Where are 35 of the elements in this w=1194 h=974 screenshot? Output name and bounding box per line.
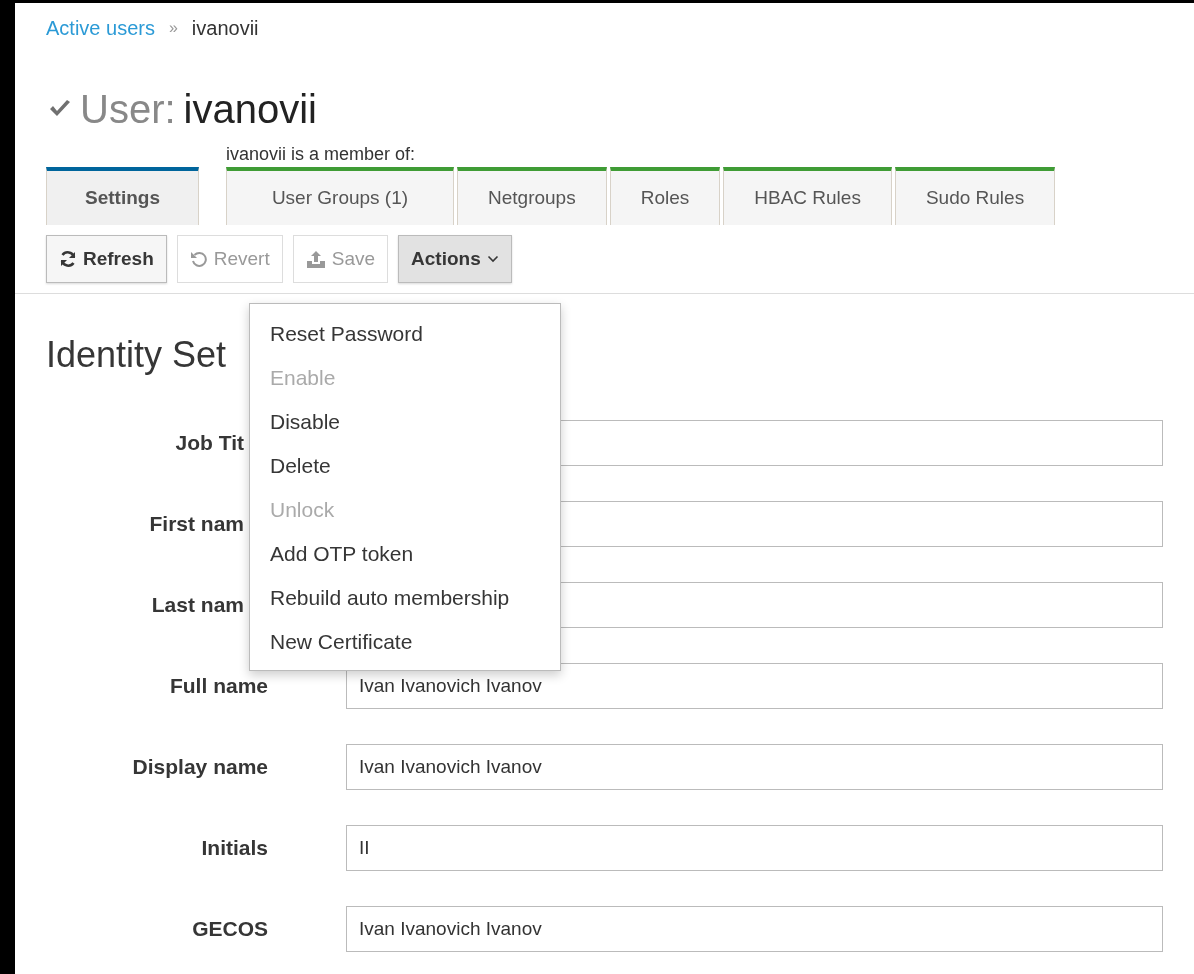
menu-item[interactable]: Disable (250, 400, 560, 444)
field-label: Last nam (151, 593, 244, 617)
menu-item[interactable]: Add OTP token (250, 532, 560, 576)
menu-item[interactable]: Rebuild auto membership (250, 576, 560, 620)
menu-item[interactable]: Reset Password (250, 312, 560, 356)
field-label: Display name (132, 755, 268, 779)
refresh-icon (59, 250, 77, 268)
tab[interactable]: User Groups (1) (226, 167, 454, 225)
field-label: First nam (149, 512, 244, 536)
undo-icon (189, 250, 208, 268)
page-title-prefix: User: (80, 86, 176, 132)
field-label: GECOS (192, 917, 268, 941)
menu-item[interactable]: New Certificate (250, 620, 560, 664)
section-title: Identity Set (46, 334, 227, 377)
menu-item[interactable]: Delete (250, 444, 560, 488)
input-field[interactable]: Ivan Ivanovich Ivanov (346, 906, 1163, 952)
tab[interactable]: Sudo Rules (894, 167, 1056, 225)
tab[interactable]: HBAC Rules (723, 167, 892, 225)
input-field[interactable]: II (346, 825, 1163, 871)
field-label: Initials (201, 836, 268, 860)
tab[interactable]: Roles (609, 167, 721, 225)
member-of-label: ivanovii is a member of: (226, 143, 417, 166)
tab[interactable]: Settings (46, 167, 199, 225)
page-title: ivanovii (183, 86, 317, 132)
toolbar-button[interactable]: Refresh (46, 235, 167, 283)
field-label: Job Tit (175, 431, 244, 455)
upload-icon (305, 250, 326, 268)
toolbar-button[interactable]: Actions (398, 235, 512, 283)
input-field[interactable]: Ivan Ivanovich Ivanov (346, 744, 1163, 790)
caret-icon (486, 255, 499, 263)
tab[interactable]: Netgroups (457, 167, 607, 225)
breadcrumb-separator: » (168, 19, 178, 37)
input-field[interactable]: Ivan Ivanovich Ivanov (346, 663, 1163, 709)
field-label: Full name (169, 674, 268, 698)
breadcrumb-current: ivanovii (191, 16, 259, 40)
